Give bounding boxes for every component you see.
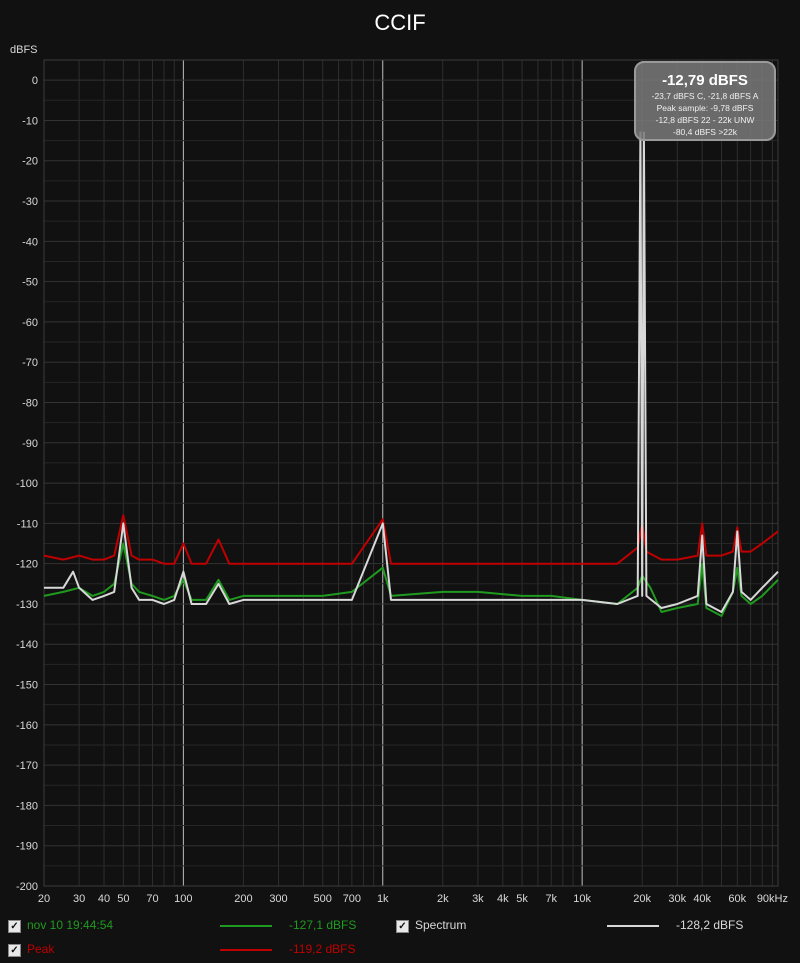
x-tick-label: 60k: [728, 893, 746, 905]
x-tick-label: 30: [73, 893, 85, 905]
y-tick-label: -50: [22, 277, 38, 289]
y-tick-label: -20: [22, 156, 38, 168]
readout-line-2: Peak sample: -9,78 dBFS: [657, 103, 754, 113]
chart-title: CCIF: [374, 10, 425, 35]
x-tick-label: 3k: [472, 893, 484, 905]
x-tick-label: 200: [234, 893, 252, 905]
y-tick-label: -190: [16, 841, 38, 853]
y-tick-label: -140: [16, 639, 38, 651]
y-tick-label: -180: [16, 800, 38, 812]
x-tick-label: 40: [98, 893, 110, 905]
y-axis-label: dBFS: [10, 44, 38, 56]
x-tick-label: 90kHz: [757, 893, 788, 905]
y-tick-label: 0: [32, 75, 38, 87]
series-1-swatch: [220, 925, 272, 927]
peak-value: -119,2 dBFS: [289, 942, 356, 956]
y-tick-label: -120: [16, 559, 38, 571]
y-tick-label: -80: [22, 397, 38, 409]
x-tick-label: 40k: [693, 893, 711, 905]
y-tick-label: -170: [16, 760, 38, 772]
x-tick-label: 2k: [437, 893, 449, 905]
x-tick-label: 50: [117, 893, 129, 905]
spectrum-value: -128,2 dBFS: [676, 918, 744, 932]
x-tick-label: 1k: [377, 893, 389, 905]
x-tick-label: 70: [146, 893, 158, 905]
readout-line-3: -12,8 dBFS 22 - 22k UNW: [656, 115, 755, 125]
legend: ✓ nov 10 19:44:54 -127,1 dBFS ✓ Spectrum…: [0, 912, 800, 963]
y-tick-label: -110: [17, 518, 38, 530]
x-tick-label: 700: [343, 893, 361, 905]
spectrum-chart: 20 30 40 50 70 100 200 300 500 700 1k 2k 3k 4k 5k 7k 10k…: [10, 10, 788, 905]
peak-label: Peak: [27, 942, 55, 956]
readout-line-1: -23,7 dBFS C, -21,8 dBFS A: [652, 91, 759, 101]
y-tick-label: -130: [16, 599, 38, 611]
x-tick-label: 5k: [516, 893, 528, 905]
x-tick-label: 300: [269, 893, 287, 905]
readout-box: -12,79 dBFS -23,7 dBFS C, -21,8 dBFS A P…: [634, 61, 776, 141]
x-tick-label: 20: [38, 893, 50, 905]
x-tick-labels: 20 30 40 50 70 100 200 300 500 700 1k 2k 3k 4k 5k 7k 10k…: [38, 893, 788, 905]
y-tick-label: -90: [22, 438, 38, 450]
y-tick-label: -200: [16, 881, 38, 893]
spectrum-label: Spectrum: [415, 918, 467, 932]
x-tick-label: 10k: [573, 893, 591, 905]
y-tick-label: -30: [22, 196, 38, 208]
x-tick-label: 30k: [668, 893, 686, 905]
y-tick-label: -160: [16, 720, 38, 732]
x-tick-label: 20k: [633, 893, 651, 905]
spectrum-checkbox[interactable]: ✓: [396, 920, 409, 933]
spectrum-swatch: [607, 925, 659, 927]
y-tick-label: -100: [16, 478, 38, 490]
plot-background: [44, 60, 778, 886]
y-tick-label: -10: [22, 115, 38, 127]
readout-line-4: -80,4 dBFS >22k: [673, 127, 738, 137]
x-tick-label: 500: [314, 893, 332, 905]
series-1-checkbox[interactable]: ✓: [8, 920, 21, 933]
readout-main-value: -12,79 dBFS: [662, 72, 748, 89]
legend-row-2: ✓ Peak -119,2 dBFS: [0, 942, 800, 962]
y-tick-label: -40: [22, 236, 38, 248]
x-tick-label: 7k: [545, 893, 557, 905]
y-tick-label: -60: [22, 317, 38, 329]
x-tick-label: 100: [174, 893, 192, 905]
y-tick-label: -70: [22, 357, 38, 369]
y-tick-labels: 0 -10 -20 -30 -40 -50 -60 -70 -80 -90 -100 -110 -120…: [16, 75, 38, 893]
peak-checkbox[interactable]: ✓: [8, 944, 21, 957]
peak-swatch: [220, 949, 272, 951]
legend-row-1: ✓ nov 10 19:44:54 -127,1 dBFS ✓ Spectrum…: [0, 918, 800, 938]
series-1-label: nov 10 19:44:54: [27, 918, 114, 932]
x-tick-label: 4k: [497, 893, 509, 905]
y-tick-label: -150: [16, 680, 38, 692]
series-1-value: -127,1 dBFS: [289, 918, 357, 932]
